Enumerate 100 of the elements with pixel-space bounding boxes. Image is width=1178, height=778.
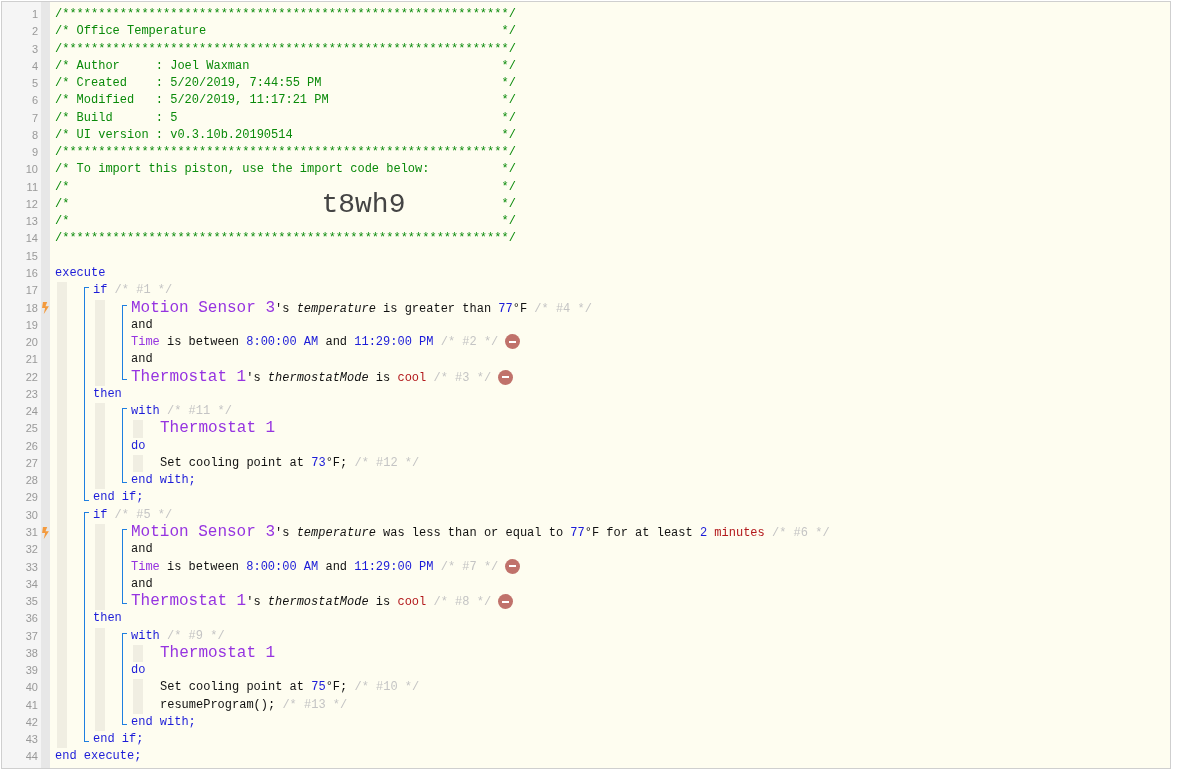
line-number: 19: [24, 317, 39, 333]
line-number: 7: [30, 110, 39, 126]
line-number: 15: [24, 248, 39, 264]
statement-note: /* #8 */: [433, 595, 492, 610]
line-number: 23: [24, 386, 39, 402]
value: 75: [311, 680, 326, 695]
comment: */: [501, 23, 516, 41]
variable-name: Time: [131, 335, 160, 350]
statement-note: /* #2 */: [440, 335, 499, 350]
line-number: 39: [24, 663, 39, 679]
line-number: 17: [24, 283, 39, 299]
attribute-name: thermostatMode: [267, 595, 369, 610]
comment: /* UI version : v0.3.10b.20190514: [55, 126, 293, 144]
line-number: 31: [24, 524, 39, 540]
statement-note: /* #6 */: [771, 525, 830, 540]
remove-button[interactable]: [505, 334, 521, 350]
line-number: 5: [30, 76, 39, 92]
keyword: do: [131, 438, 146, 453]
code-text: is between: [167, 559, 240, 574]
line-number: 6: [30, 93, 39, 109]
line-number: 1: [30, 7, 39, 22]
keyword: end if;: [93, 732, 144, 747]
line-number: 40: [24, 680, 39, 696]
comment: /*: [55, 178, 70, 196]
code-text: Set cooling point at: [160, 455, 305, 470]
code-text: 's: [275, 525, 290, 540]
line-number: 3: [30, 41, 39, 57]
line-number: 42: [24, 714, 39, 730]
device-name: Thermostat 1: [131, 367, 247, 386]
comment: /**************************************************************/: [55, 6, 516, 23]
statement-note: /* #1 */: [114, 283, 173, 298]
code-text: °F: [512, 301, 528, 316]
line-number: 43: [24, 732, 39, 748]
comment: /**************************************************************/: [55, 144, 516, 162]
line-number: 27: [24, 455, 39, 471]
code-text: °F;: [325, 455, 348, 470]
remove-button[interactable]: [505, 558, 521, 574]
keyword: if: [93, 283, 108, 298]
statement-note: /* #5 */: [114, 507, 173, 522]
remove-button[interactable]: [498, 369, 514, 385]
value: 8:00:00 AM: [246, 559, 319, 574]
line-number: 16: [24, 266, 39, 281]
comment: /* Created : 5/20/2019, 7:44:55 PM: [55, 75, 322, 93]
line-number: 30: [24, 507, 39, 523]
statement-note: /* #12 */: [354, 455, 420, 470]
value: 11:29:00 PM: [354, 335, 434, 350]
line-number: 24: [24, 404, 39, 420]
device-name: Thermostat 1: [131, 592, 247, 611]
statement-note: /* #11 */: [167, 404, 232, 419]
keyword: then: [93, 386, 122, 401]
comment: /**************************************************************/: [55, 230, 516, 248]
keyword: end with;: [131, 473, 196, 488]
device-name: Thermostat 1: [160, 419, 276, 438]
line-number: 38: [24, 645, 39, 661]
code-text: is: [375, 595, 391, 610]
comment: */: [501, 195, 516, 213]
keyword: with: [131, 628, 160, 643]
comment: */: [501, 126, 516, 144]
code-text: and: [131, 352, 153, 367]
comment: /* To import this piston, use the import code below:: [55, 161, 430, 179]
line-number: 8: [30, 127, 39, 143]
line-number: 21: [24, 352, 39, 368]
comment: */: [501, 75, 516, 93]
code-text: is greater than: [383, 301, 492, 316]
line-number: 4: [30, 58, 39, 74]
keyword: then: [93, 611, 122, 626]
comment: */: [501, 109, 516, 127]
value: 77: [498, 301, 513, 316]
line-number: 18: [24, 300, 39, 316]
remove-button[interactable]: [498, 594, 514, 610]
keyword: end execute;: [55, 749, 142, 764]
code-text: 's: [275, 301, 290, 316]
code-text: was less than or equal to: [383, 525, 564, 540]
attribute-name: temperature: [296, 525, 376, 540]
statement-note: /* #9 */: [167, 628, 225, 643]
code-text: and: [131, 317, 153, 332]
comment: */: [501, 178, 516, 196]
value: cool: [397, 595, 427, 610]
code-text: resumeProgram();: [160, 697, 276, 712]
keyword: execute: [55, 266, 106, 280]
comment: /* Office Temperature: [55, 23, 207, 41]
code-text: and: [325, 559, 348, 574]
keyword: with: [131, 404, 160, 419]
keyword: do: [131, 663, 146, 678]
comment: /**************************************************************/: [55, 40, 516, 58]
line-number: 41: [24, 697, 39, 713]
line-number: 14: [24, 231, 39, 247]
line-number: 33: [24, 559, 39, 575]
line-number: 28: [24, 473, 39, 489]
line-number: 35: [24, 594, 39, 610]
comment: */: [501, 161, 516, 179]
line-number: 12: [24, 196, 39, 212]
value: 8:00:00 AM: [246, 335, 319, 350]
variable-name: Time: [131, 559, 160, 574]
line-number: 10: [24, 162, 39, 178]
code-text: and: [131, 542, 153, 557]
value: 11:29:00 PM: [354, 559, 434, 574]
statement-note: /* #10 */: [354, 680, 420, 695]
line-number: 26: [24, 438, 39, 454]
value: 2: [699, 525, 708, 540]
